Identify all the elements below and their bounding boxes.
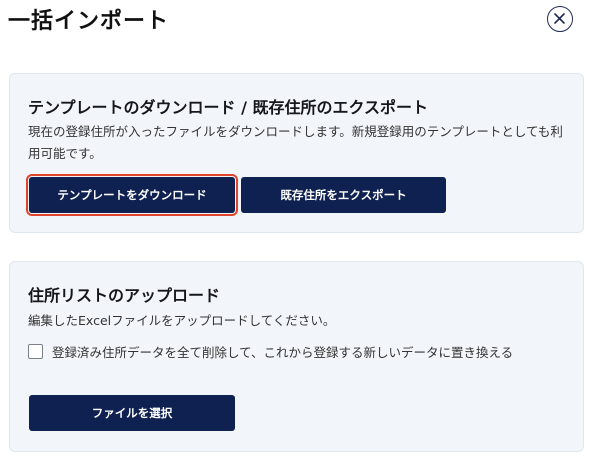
download-section-title: テンプレートのダウンロード / 既存住所のエクスポート (28, 98, 429, 117)
export-addresses-button[interactable]: 既存住所をエクスポート (241, 177, 446, 213)
replace-data-checkbox[interactable] (28, 344, 43, 359)
upload-section-title: 住所リストのアップロード (28, 286, 221, 305)
close-button[interactable] (547, 6, 573, 32)
download-template-button[interactable]: テンプレートをダウンロード (26, 174, 238, 216)
upload-section-description: 編集したExcelファイルをアップロードしてください。 (28, 313, 336, 328)
upload-section-card: 住所リストのアップロード 編集したExcelファイルをアップロードしてください。… (9, 261, 584, 452)
download-section-card: テンプレートのダウンロード / 既存住所のエクスポート 現在の登録住所が入ったフ… (9, 73, 584, 233)
close-icon (554, 13, 565, 24)
download-section-description: 現在の登録住所が入ったファイルをダウンロードします。新規登録用のテンプレートとし… (28, 124, 563, 161)
dialog-title: 一括インポート (8, 8, 170, 34)
replace-data-checkbox-label[interactable]: 登録済み住所データを全て削除して、これから登録する新しいデータに置き換える (52, 342, 564, 364)
select-file-button[interactable]: ファイルを選択 (29, 395, 235, 431)
